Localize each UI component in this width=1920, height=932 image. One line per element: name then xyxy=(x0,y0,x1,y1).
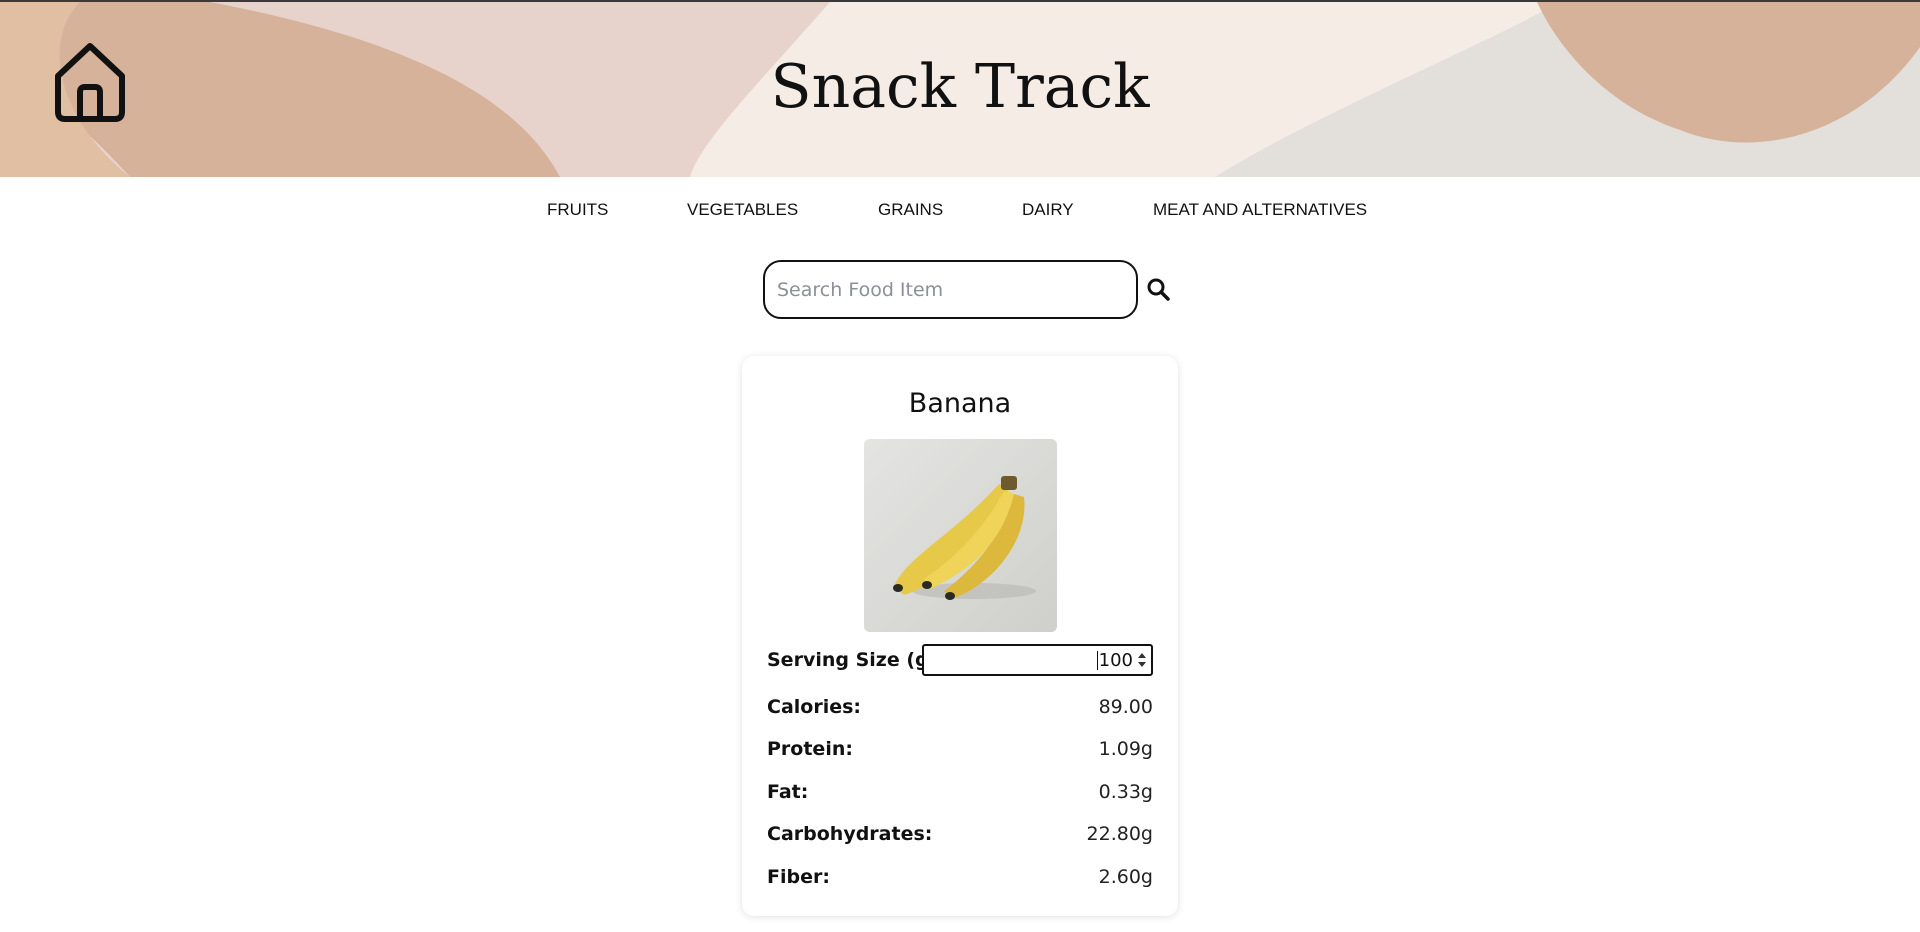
food-image xyxy=(864,439,1057,632)
serving-size-value: 100 xyxy=(1096,650,1133,671)
nutrient-value: 2.60g xyxy=(1098,866,1153,888)
search-input[interactable] xyxy=(763,260,1138,319)
nutrient-label: Fat: xyxy=(767,781,809,803)
nutrient-value: 22.80g xyxy=(1086,823,1153,845)
app-title: Snack Track xyxy=(770,52,1150,122)
food-card: Banana Serving Size (g): 100 Calories: 8… xyxy=(742,356,1178,916)
banana-image xyxy=(864,439,1057,632)
nav-item-meat-and-alternatives[interactable]: MEAT AND ALTERNATIVES xyxy=(1153,200,1367,220)
header-banner: Snack Track xyxy=(0,2,1920,177)
serving-size-input[interactable]: 100 xyxy=(922,644,1153,676)
category-nav: FRUITS VEGETABLES GRAINS DAIRY MEAT AND … xyxy=(0,200,1920,224)
nav-item-vegetables[interactable]: VEGETABLES xyxy=(687,200,798,220)
nutrient-label: Carbohydrates: xyxy=(767,823,933,845)
nav-item-fruits[interactable]: FRUITS xyxy=(547,200,608,220)
serving-size-row: Serving Size (g): 100 xyxy=(767,644,1153,676)
spinner-arrows-icon[interactable] xyxy=(1137,649,1147,671)
nutrient-row-fiber: Fiber: 2.60g xyxy=(767,866,1153,892)
nutrient-label: Protein: xyxy=(767,738,853,760)
nutrient-value: 89.00 xyxy=(1098,696,1153,718)
food-name: Banana xyxy=(908,388,1012,419)
nutrient-row-protein: Protein: 1.09g xyxy=(767,738,1153,764)
nutrient-label: Calories: xyxy=(767,696,862,718)
nutrient-value: 0.33g xyxy=(1098,781,1153,803)
search-button[interactable] xyxy=(1146,277,1172,303)
nutrient-label: Fiber: xyxy=(767,866,830,888)
nav-item-dairy[interactable]: DAIRY xyxy=(1022,200,1074,220)
search-bar xyxy=(763,260,1170,319)
search-icon xyxy=(1147,278,1170,301)
nav-item-grains[interactable]: GRAINS xyxy=(878,200,943,220)
nutrient-row-carbohydrates: Carbohydrates: 22.80g xyxy=(767,823,1153,849)
serving-size-label: Serving Size (g): xyxy=(767,649,945,671)
nutrient-value: 1.09g xyxy=(1098,738,1153,760)
nutrient-row-calories: Calories: 89.00 xyxy=(767,696,1153,722)
nutrient-row-fat: Fat: 0.33g xyxy=(767,781,1153,807)
